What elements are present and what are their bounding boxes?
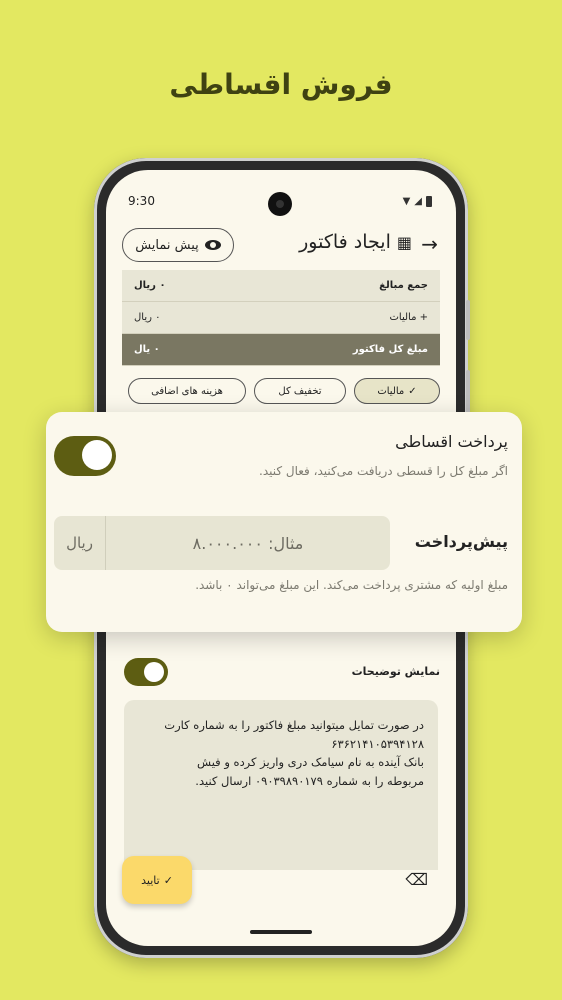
- check-icon: ✓: [408, 385, 417, 397]
- installment-subtitle: اگر مبلغ کل را قسطی دریافت می‌کنید، فعال…: [259, 464, 508, 478]
- back-arrow-icon[interactable]: →: [421, 232, 438, 256]
- installment-title: پرداخت اقساطی: [395, 432, 508, 451]
- bottom-bar: ✓ تایید ⌫: [106, 856, 456, 906]
- summary-label: مبلغ کل فاکتور: [352, 344, 428, 355]
- summary-value: ۰ یال: [134, 344, 160, 355]
- down-payment-label: پیش‌پرداخت: [414, 532, 508, 551]
- preview-button[interactable]: پیش نمایش: [122, 228, 234, 262]
- summary-value: ۰ ریال: [134, 312, 161, 323]
- down-payment-placeholder: مثال: ۸.۰۰۰.۰۰۰: [192, 533, 304, 553]
- description-toggle[interactable]: [124, 658, 168, 686]
- status-time: 9:30: [128, 194, 155, 208]
- invoice-icon: ▦: [396, 232, 412, 252]
- summary-row-tax: + مالیات ۰ ریال: [122, 302, 440, 334]
- toggle-knob: [82, 440, 112, 470]
- summary-row-total: مبلغ کل فاکتور ۰ یال: [122, 334, 440, 366]
- chip-tax[interactable]: ✓ مالیات: [354, 378, 440, 404]
- confirm-label: تایید: [141, 873, 160, 887]
- description-line: مربوطه را به شماره ۰۹۰۳۹۸۹۰۱۷۹ ارسال کنی…: [195, 773, 424, 788]
- signal-icon: ◢: [414, 196, 422, 207]
- description-line: در صورت تمایل میتوانید مبلغ فاکتور را به…: [164, 718, 424, 732]
- down-payment-help: مبلغ اولیه که مشتری پرداخت می‌کند. این م…: [195, 578, 508, 592]
- summary-table: جمع مبالغ ۰ ریال + مالیات ۰ ریال مبلغ کل…: [122, 270, 440, 366]
- preview-label: پیش نمایش: [135, 237, 199, 253]
- down-payment-field[interactable]: ریال مثال: ۸.۰۰۰.۰۰۰: [54, 516, 390, 570]
- summary-row-subtotal: جمع مبالغ ۰ ریال: [122, 270, 440, 302]
- description-textarea[interactable]: در صورت تمایل میتوانید مبلغ فاکتور را به…: [124, 700, 438, 870]
- chip-extra-costs[interactable]: هزینه های اضافی: [128, 378, 246, 404]
- page-title: ایجاد فاکتور: [299, 231, 391, 253]
- eraser-icon[interactable]: ⌫: [405, 870, 428, 889]
- status-icons: ▼ ◢: [403, 196, 432, 207]
- confirm-button[interactable]: ✓ تایید: [122, 856, 192, 904]
- toggle-knob: [144, 662, 164, 682]
- front-camera: [268, 192, 292, 216]
- eye-icon: [204, 240, 221, 250]
- description-line: ۶۳۶۲۱۴۱۰۵۳۹۴۱۲۸: [331, 736, 424, 751]
- chip-label: مالیات: [377, 385, 405, 397]
- description-line: بانک آینده به نام سیامک دری واریز کرده و…: [197, 755, 424, 770]
- description-label: نمایش توضیحات: [351, 665, 440, 678]
- home-indicator: [250, 930, 312, 934]
- promo-headline: فروش اقساطی: [169, 68, 393, 101]
- summary-label: + مالیات: [389, 312, 429, 323]
- battery-icon: [426, 196, 432, 207]
- check-icon: ✓: [163, 873, 173, 887]
- chip-label: تخفیف کل: [278, 385, 322, 397]
- description-toggle-row: نمایش توضیحات: [122, 658, 440, 688]
- installment-toggle[interactable]: [54, 436, 116, 476]
- summary-label: جمع مبالغ: [379, 280, 428, 291]
- option-chips: ✓ مالیات تخفیف کل هزینه های اضافی: [122, 378, 440, 404]
- page-title-container: ▦ ایجاد فاکتور: [299, 231, 412, 253]
- status-bar: 9:30 ▼ ◢: [106, 192, 456, 216]
- wifi-icon: ▼: [402, 196, 411, 207]
- chip-label: هزینه های اضافی: [151, 385, 223, 397]
- chip-total-discount[interactable]: تخفیف کل: [254, 378, 346, 404]
- phone-side-button: [466, 300, 470, 340]
- app-bar: → ▦ ایجاد فاکتور پیش نمایش: [106, 226, 456, 262]
- installment-card: پرداخت اقساطی اگر مبلغ کل را قسطی دریافت…: [46, 412, 522, 632]
- currency-suffix: ریال: [54, 516, 106, 570]
- summary-value: ۰ ریال: [134, 280, 166, 291]
